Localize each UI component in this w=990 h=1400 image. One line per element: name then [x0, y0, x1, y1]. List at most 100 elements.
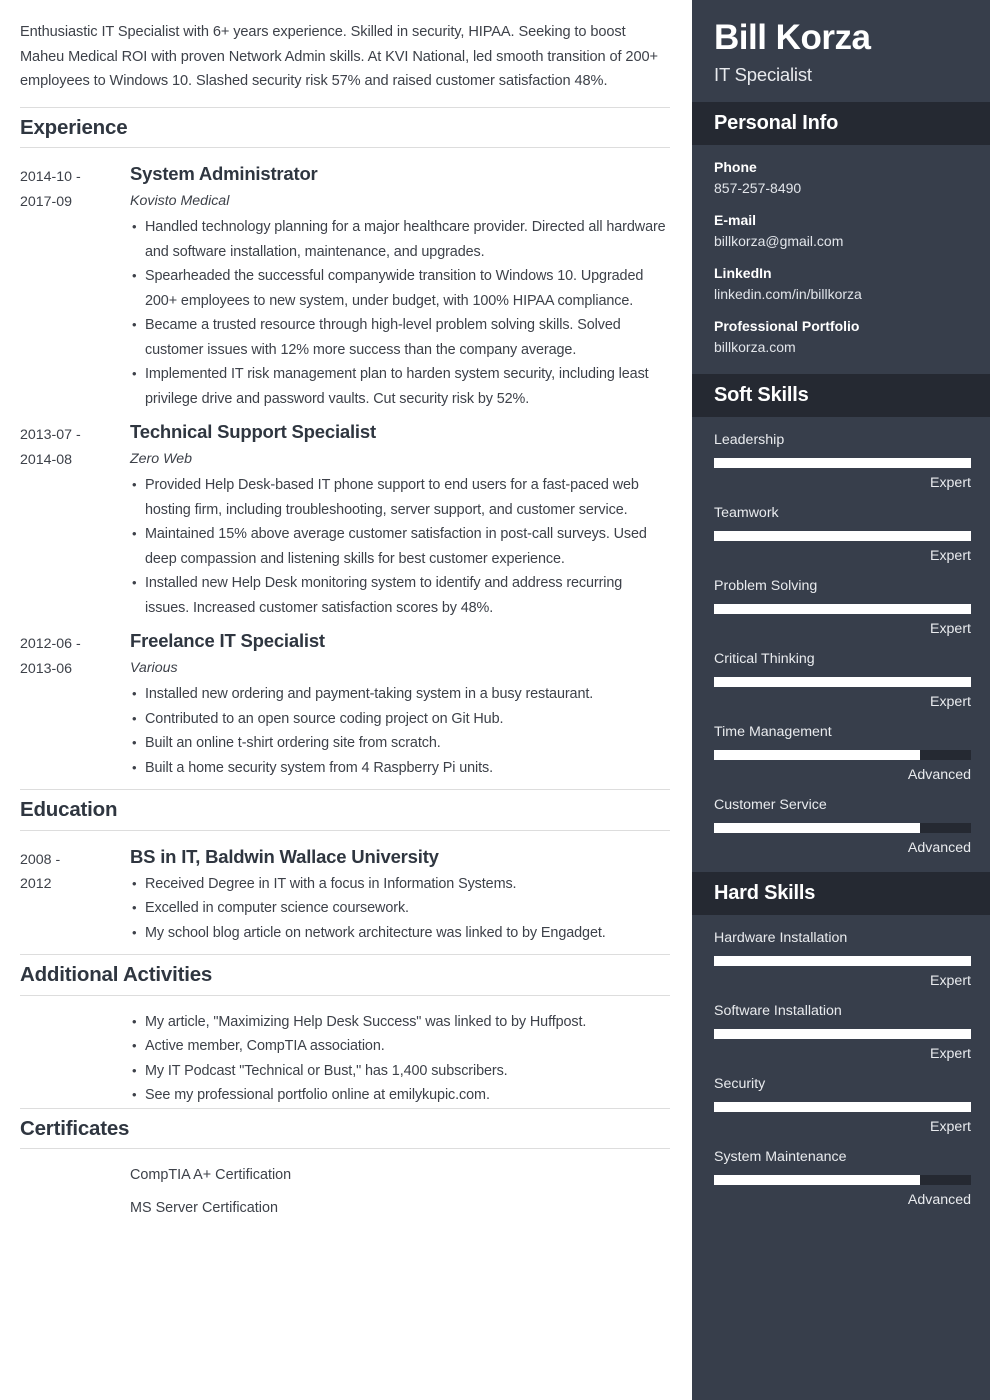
entry-date-start: 2014-10 -	[20, 169, 81, 186]
resume-page: Enthusiastic IT Specialist with 6+ years…	[0, 0, 990, 1400]
entry-bullet: Spearheaded the successful companywide t…	[130, 264, 670, 313]
skill-progress-fill	[714, 531, 971, 542]
skill-name: Customer Service	[714, 797, 827, 814]
entry-body: BS in IT, Baldwin Wallace University Rece…	[130, 845, 670, 946]
skill-level-label: Advanced	[907, 1192, 971, 1209]
entry-date-end: 2014-08	[20, 451, 73, 468]
certificates-list: CompTIA A+ Certification MS Server Certif…	[20, 1163, 670, 1220]
personal-info-heading: Personal Info	[714, 112, 839, 135]
activity-item: Active member, CompTIA association.	[130, 1034, 670, 1059]
skill-level-label: Expert	[929, 1046, 971, 1063]
skill-progress-fill	[714, 458, 971, 469]
entry-date-end: 2013-06	[20, 660, 73, 677]
entry-date-start: 2012-06 -	[20, 636, 81, 653]
soft-skills-header: Soft Skills	[692, 374, 990, 418]
skill-level-label: Expert	[929, 973, 971, 990]
entry-date-start: 2013-07 -	[20, 427, 81, 444]
entry-title: Technical Support Specialist	[130, 421, 376, 443]
skill-name: Software Installation	[714, 1003, 842, 1020]
personal-info-value[interactable]: 857-257-8490	[714, 178, 970, 199]
personal-info-label: Professional Portfolio	[714, 318, 860, 335]
skill-progress-bar	[714, 531, 971, 542]
entry-dates: 2012-06 - 2013-06	[20, 629, 130, 681]
entry-title: BS in IT, Baldwin Wallace University	[130, 845, 439, 867]
soft-skills-body: Leadership Expert Teamwork Expert Problem So…	[692, 417, 990, 872]
entry-date-end: 2017-09	[20, 193, 73, 210]
skill-item: Leadership Expert	[714, 430, 971, 494]
skill-item: Software Installation Expert	[714, 1001, 971, 1065]
activities-section-header: Additional Activities	[20, 954, 670, 996]
skill-level-label: Expert	[929, 1119, 971, 1136]
experience-section-header: Experience	[20, 106, 670, 149]
skill-name: Security	[714, 1076, 766, 1093]
certificate-item: CompTIA A+ Certification	[130, 1167, 292, 1184]
skill-progress-fill	[714, 1102, 971, 1113]
entry-bullet-list: Installed new ordering and payment-takin…	[130, 682, 670, 780]
entry-bullet: Became a trusted resource through high-l…	[130, 313, 670, 362]
entry-bullet: Built an online t-shirt ordering site fr…	[130, 731, 670, 756]
activity-item: My article, "Maximizing Help Desk Succes…	[130, 1010, 670, 1035]
skill-level-label: Advanced	[907, 767, 971, 784]
entry-dates: 2014-10 - 2017-09	[20, 162, 130, 214]
soft-skills-heading: Soft Skills	[714, 384, 809, 407]
skill-progress-bar	[714, 956, 971, 967]
skill-level-label: Expert	[929, 475, 971, 492]
personal-info-value[interactable]: linkedin.com/in/billkorza	[714, 284, 970, 305]
personal-info-value[interactable]: billkorza@gmail.com	[714, 231, 970, 252]
entry-bullet: Built a home security system from 4 Rasp…	[130, 756, 670, 781]
experience-heading: Experience	[20, 115, 128, 139]
entry-body: Freelance IT Specialist Various Installed …	[130, 629, 670, 780]
skill-item: Time Management Advanced	[714, 722, 971, 786]
hard-skills-heading: Hard Skills	[714, 882, 816, 905]
personal-info-header: Personal Info	[692, 102, 990, 146]
resume-entry: 2013-07 - 2014-08 Technical Support Specia…	[20, 420, 670, 620]
skill-progress-fill	[714, 677, 971, 688]
resume-sidebar: Bill Korza IT Specialist Personal Info P…	[692, 0, 990, 1400]
skill-item: Hardware Installation Expert	[714, 928, 971, 992]
entry-bullet: Implemented IT risk management plan to h…	[130, 362, 670, 411]
entry-body: Technical Support Specialist Zero Web Prov…	[130, 420, 670, 620]
resume-main-column: Enthusiastic IT Specialist with 6+ years…	[0, 0, 692, 1400]
education-section-header: Education	[20, 789, 670, 831]
entry-bullet: Received Degree in IT with a focus in In…	[130, 872, 670, 897]
skill-progress-fill	[714, 823, 920, 834]
entry-title: System Administrator	[130, 163, 318, 185]
activities-section: Additional Activities My article, "Maxim…	[20, 954, 670, 1108]
personal-info-value[interactable]: billkorza.com	[714, 337, 970, 358]
certificates-heading: Certificates	[20, 1116, 130, 1140]
entry-bullet: Maintained 15% above average customer sa…	[130, 522, 670, 571]
entry-title: Freelance IT Specialist	[130, 630, 325, 652]
skill-name: Teamwork	[714, 505, 779, 522]
skill-progress-bar	[714, 458, 971, 469]
skill-progress-bar	[714, 750, 971, 761]
entry-bullet-list: Handled technology planning for a major …	[130, 215, 670, 411]
entry-bullet: Handled technology planning for a major …	[130, 215, 670, 264]
entry-bullet-list: Provided Help Desk-based IT phone suppor…	[130, 473, 670, 620]
entry-bullet: Installed new ordering and payment-takin…	[130, 682, 670, 707]
skill-level-label: Expert	[929, 694, 971, 711]
skill-progress-bar	[714, 677, 971, 688]
skill-name: Hardware Installation	[714, 930, 848, 947]
activity-item: See my professional portfolio online at …	[130, 1083, 670, 1108]
skill-progress-fill	[714, 750, 920, 761]
personal-info-item: LinkedIn linkedin.com/in/billkorza	[714, 264, 970, 305]
personal-info-item: Professional Portfolio billkorza.com	[714, 317, 970, 358]
entry-bullet: Installed new Help Desk monitoring syste…	[130, 571, 670, 620]
skill-progress-bar	[714, 604, 971, 615]
candidate-name: Bill Korza	[714, 18, 871, 57]
resume-entry: 2012-06 - 2013-06 Freelance IT Specialist V…	[20, 629, 670, 780]
entry-date-start: 2008 -	[20, 851, 61, 868]
experience-section: Experience 2014-10 - 2017-09 System Admini…	[20, 106, 670, 781]
candidate-role: IT Specialist	[714, 64, 812, 86]
skill-name: Critical Thinking	[714, 651, 815, 668]
hard-skills-header: Hard Skills	[692, 872, 990, 916]
education-heading: Education	[20, 798, 118, 822]
resume-entry: 2008 - 2012 BS in IT, Baldwin Wallace Univ…	[20, 845, 670, 946]
professional-summary: Enthusiastic IT Specialist with 6+ years…	[20, 24, 658, 89]
personal-info-item: E-mail billkorza@gmail.com	[714, 211, 970, 252]
skill-level-label: Expert	[929, 548, 971, 565]
entry-dates: 2008 - 2012	[20, 845, 130, 897]
entry-bullet-list: Received Degree in IT with a focus in In…	[130, 872, 670, 946]
entry-bullet: My school blog article on network archit…	[130, 921, 670, 946]
skill-item: System Maintenance Advanced	[714, 1147, 971, 1211]
